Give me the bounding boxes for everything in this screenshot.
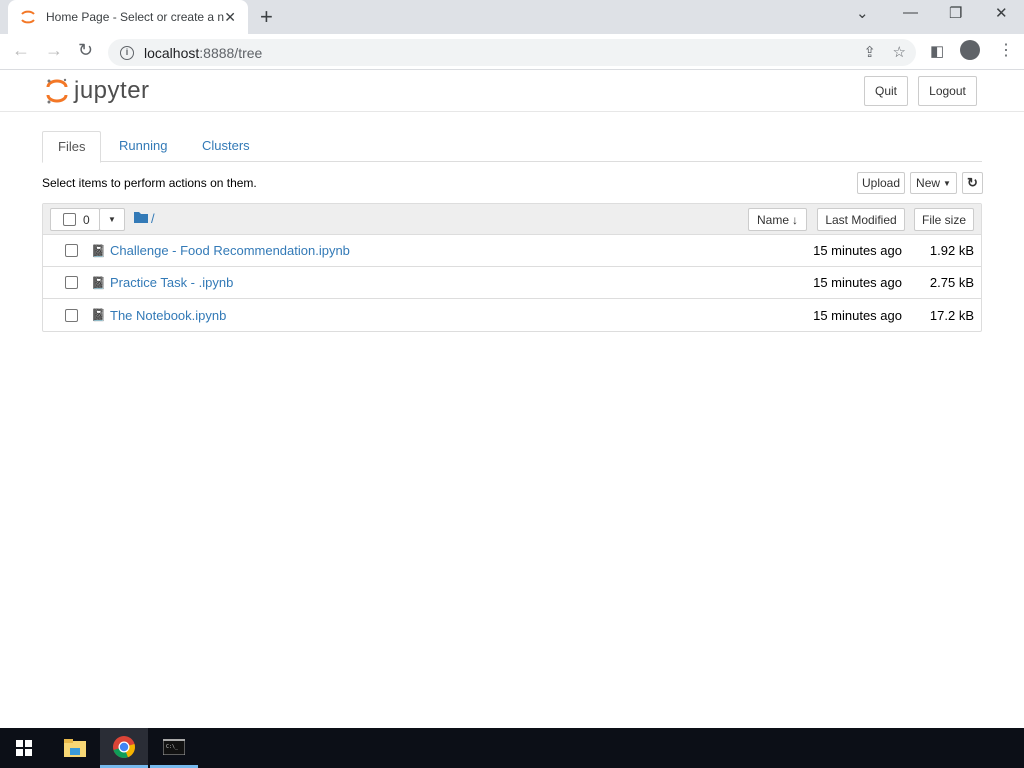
- file-link[interactable]: Challenge - Food Recommendation.ipynb: [110, 243, 350, 258]
- chrome-taskbar-icon[interactable]: [100, 728, 148, 768]
- file-size: 17.2 kB: [929, 307, 974, 323]
- bookmark-star-icon[interactable]: ☆: [893, 43, 906, 61]
- tab-files[interactable]: Files: [42, 131, 102, 163]
- jupyter-logo-icon: [46, 78, 68, 104]
- file-link[interactable]: Practice Task - .ipynb: [110, 275, 233, 290]
- site-info-icon[interactable]: i: [120, 45, 134, 60]
- file-modified: 15 minutes ago: [813, 243, 902, 258]
- logout-button[interactable]: Logout: [918, 76, 977, 106]
- terminal-taskbar-icon[interactable]: C:\_: [150, 728, 198, 768]
- file-modified: 15 minutes ago: [813, 307, 902, 323]
- menu-icon[interactable]: ⋮: [998, 40, 1014, 60]
- sort-last-modified-button[interactable]: Last Modified: [817, 208, 905, 231]
- file-size: 2.75 kB: [929, 275, 974, 290]
- folder-icon[interactable]: [134, 211, 148, 226]
- forward-icon[interactable]: →: [45, 40, 63, 61]
- file-modified: 15 minutes ago: [813, 275, 902, 290]
- select-all-checkbox[interactable]: [63, 213, 76, 226]
- file-size: 1.92 kB: [929, 243, 974, 258]
- jupyter-logo-text: jupyter: [74, 77, 150, 104]
- caret-down-icon: ▼: [943, 178, 951, 188]
- tab-running[interactable]: Running: [104, 131, 182, 162]
- taskbar: C:\_: [0, 728, 1024, 768]
- url-host: localhost: [144, 44, 200, 61]
- back-icon[interactable]: ←: [12, 40, 30, 61]
- browser-tab-strip: Home Page - Select or create a notebook …: [0, 0, 1024, 34]
- notebook-icon: 📓: [91, 275, 106, 290]
- close-window-icon[interactable]: ✕: [995, 4, 1008, 22]
- file-checkbox[interactable]: [65, 276, 78, 289]
- select-dropdown-icon[interactable]: ▼: [99, 208, 125, 231]
- url-path: :8888/tree: [199, 44, 263, 61]
- svg-text:C:\_: C:\_: [166, 744, 179, 750]
- windows-start-icon[interactable]: [0, 728, 48, 768]
- quit-button[interactable]: Quit: [864, 76, 908, 106]
- side-panel-icon[interactable]: ◧: [930, 42, 944, 60]
- reload-icon[interactable]: ↻: [78, 40, 93, 61]
- new-dropdown-button[interactable]: New ▼: [910, 172, 957, 194]
- tab-search-icon[interactable]: ⌄: [856, 4, 869, 22]
- sort-file-size-button[interactable]: File size: [914, 208, 974, 231]
- notebook-icon: 📓: [91, 243, 106, 258]
- refresh-icon[interactable]: ↻: [962, 172, 983, 194]
- browser-toolbar: ← → ↻ i localhost:8888/tree ⇪ ☆ ◧ ⋮: [0, 34, 1024, 70]
- new-label: New: [916, 176, 941, 190]
- file-row[interactable]: 📓 Practice Task - .ipynb 15 minutes ago …: [43, 267, 981, 299]
- browser-tab-title: Home Page - Select or create a notebook: [46, 10, 225, 24]
- close-tab-icon[interactable]: ✕: [224, 9, 236, 26]
- selected-count: 0: [83, 212, 90, 227]
- file-row[interactable]: 📓 Challenge - Food Recommendation.ipynb …: [43, 235, 981, 267]
- notebook-icon: 📓: [91, 308, 106, 322]
- jupyter-logo[interactable]: jupyter: [46, 77, 150, 105]
- tab-bar: Files Running Clusters: [42, 131, 982, 163]
- upload-button[interactable]: Upload: [857, 172, 905, 194]
- file-list: 0 ▼ / Name ↓ Last Modified File size 📓 Ch…: [42, 203, 982, 332]
- tab-clusters[interactable]: Clusters: [187, 131, 265, 162]
- address-bar[interactable]: i localhost:8888/tree ⇪ ☆: [108, 39, 916, 66]
- arrow-down-icon: ↓: [792, 212, 798, 227]
- browser-tab[interactable]: Home Page - Select or create a notebook …: [8, 0, 248, 34]
- file-checkbox[interactable]: [65, 244, 78, 257]
- file-checkbox[interactable]: [65, 308, 78, 322]
- breadcrumb-root[interactable]: /: [151, 211, 155, 226]
- file-link[interactable]: The Notebook.ipynb: [110, 308, 226, 323]
- file-list-header: 0 ▼ / Name ↓ Last Modified File size: [43, 204, 981, 235]
- jupyter-favicon-icon: [20, 9, 36, 25]
- select-all-button[interactable]: 0: [50, 208, 100, 231]
- share-icon[interactable]: ⇪: [863, 43, 876, 61]
- minimize-icon[interactable]: —: [903, 4, 918, 21]
- new-tab-icon[interactable]: +: [260, 4, 273, 30]
- jupyter-header: jupyter Quit Logout: [0, 71, 1024, 112]
- file-explorer-icon[interactable]: [51, 728, 99, 768]
- file-row[interactable]: 📓 The Notebook.ipynb 15 minutes ago 17.2…: [43, 299, 981, 331]
- profile-avatar-icon[interactable]: [960, 40, 980, 60]
- sort-name-label: Name: [756, 212, 789, 227]
- restore-icon[interactable]: ❐: [949, 4, 962, 22]
- selection-hint: Select items to perform actions on them.: [42, 176, 257, 190]
- sort-name-button[interactable]: Name ↓: [748, 208, 807, 231]
